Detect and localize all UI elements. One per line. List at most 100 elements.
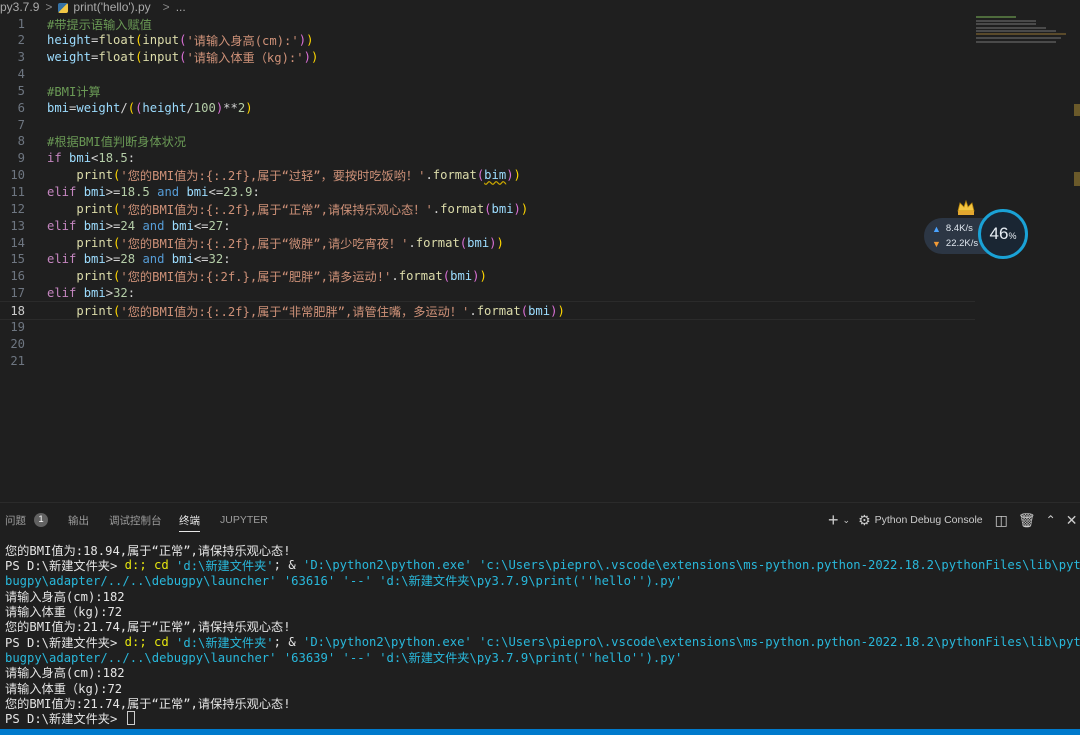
code-token: bmi	[83, 252, 106, 267]
plus-icon[interactable]: +	[828, 510, 839, 531]
code-token: /	[186, 100, 194, 115]
code-token: '您的BMI值为:{:.2f},属于“非常肥胖”,请管住嘴，多运动！'	[120, 304, 470, 319]
scrollbar-marker[interactable]	[1074, 104, 1080, 116]
code-token: '请输入身高(cm):'	[186, 34, 299, 49]
code-token: bmi	[83, 286, 106, 301]
line-number: 10	[10, 168, 25, 183]
terminal-text: ; &	[273, 634, 303, 649]
line-number: 2	[17, 33, 25, 48]
tab-problems[interactable]: 问题 1	[5, 510, 48, 530]
code-line[interactable]: 3 weight = float(input('请输入体重（kg):'))	[0, 49, 975, 66]
code-token: .	[432, 201, 441, 216]
code-token: format	[398, 269, 443, 284]
code-token: =	[69, 100, 77, 115]
line-number: 4	[17, 67, 25, 82]
code-token: <=	[193, 252, 209, 267]
code-token: bmi	[528, 303, 551, 318]
code-token: 18.5	[98, 151, 128, 166]
code-token: and	[142, 218, 165, 233]
line-number: 11	[10, 185, 25, 199]
trash-icon[interactable]: 🗑	[1018, 512, 1036, 529]
line-number: 19	[10, 319, 25, 334]
code-line[interactable]: 8 #根据BMI值判断身体状况	[0, 133, 975, 150]
arrow-down-icon: ▼	[932, 238, 941, 249]
code-token: )	[298, 33, 307, 48]
line-number: 7	[17, 117, 25, 132]
terminal-text: ; &	[273, 557, 303, 572]
code-token: print	[76, 269, 114, 284]
network-monitor-widget[interactable]: ▲ 8.4 K/s ▼ 22.2 K/s 46%	[924, 196, 1034, 262]
code-line[interactable]: 20	[0, 335, 975, 352]
code-line[interactable]: 21	[0, 352, 975, 369]
code-line[interactable]: 1 #带提示语输入赋值	[0, 15, 975, 32]
code-token: (	[113, 303, 121, 318]
code-token: bmi	[47, 100, 70, 115]
code-token: print	[76, 201, 114, 216]
code-line[interactable]: 13 elif bmi >= 24 and bmi <= 27:	[0, 217, 975, 234]
code-token: (	[113, 235, 121, 250]
line-number: 12	[10, 201, 25, 216]
code-token: )	[496, 235, 504, 250]
code-line[interactable]: 10 print('您的BMI值为:{:.2f},属于“过轻”，要按时吃饭哟！'…	[0, 167, 975, 184]
code-token: 28	[120, 252, 136, 267]
minimap[interactable]	[976, 14, 1071, 44]
line-number: 17	[10, 286, 25, 301]
tab-output[interactable]: 输出	[68, 510, 89, 530]
code-token: 27	[208, 218, 224, 233]
code-token: (	[135, 100, 143, 115]
breadcrumb-more[interactable]: ...	[176, 0, 186, 14]
terminal-line: PS D:\新建文件夹>	[5, 711, 135, 726]
code-token: bmi	[491, 201, 514, 216]
code-token: =	[91, 33, 99, 48]
breadcrumb-file[interactable]: print('hello').py	[58, 0, 156, 14]
python-file-icon	[58, 2, 69, 13]
code-token: 23.9	[223, 185, 253, 199]
code-line[interactable]: 7	[0, 116, 975, 133]
code-line[interactable]: 4	[0, 66, 975, 83]
code-token: '您的BMI值为:{:.2f},属于“正常”,请保持乐观心态！'	[120, 202, 433, 217]
terminal-text: 'D:\python2\python.exe' 'c:\Users\piepro…	[303, 634, 1080, 649]
code-line[interactable]: 14 print('您的BMI值为:{:.2f},属于“微胖”,请少吃宵夜！'.…	[0, 234, 975, 251]
chevron-up-icon[interactable]: ⌃	[1046, 513, 1056, 527]
code-line[interactable]: 15 elif bmi >= 28 and bmi <= 32:	[0, 251, 975, 268]
scrollbar-marker[interactable]	[1074, 172, 1080, 186]
code-line[interactable]: 16 print('您的BMI值为:{:2f.},属于“肥胖”,请多运动!'. f…	[0, 268, 975, 285]
code-line[interactable]: 2 height = float(input('请输入身高(cm):'))	[0, 32, 975, 49]
code-line[interactable]: 12 print('您的BMI值为:{:.2f},属于“正常”,请保持乐观心态！…	[0, 200, 975, 217]
code-token: bmi	[171, 218, 194, 233]
code-line[interactable]: 9 if bmi <18.5:	[0, 150, 975, 167]
code-token: '您的BMI值为:{:.2f},属于“过轻”，要按时吃饭哟！'	[120, 169, 426, 184]
terminal-line: 请输入体重（kg):72	[5, 680, 122, 696]
crown-icon	[957, 199, 975, 215]
code-editor[interactable]: 1 #带提示语输入赋值 2 height = float(input('请输入身高(cm)…	[0, 14, 1072, 502]
breadcrumb-separator: >	[45, 0, 53, 14]
python-debug-console-label[interactable]: Python Debug Console	[875, 514, 983, 526]
download-speed: ▼ 22.2 K/s	[932, 238, 979, 249]
breadcrumb: py3.7.9 > print('hello').py > ...	[0, 0, 1080, 14]
code-line[interactable]: 11 elif bmi >= 18.5 and bmi <= 23.9:	[0, 184, 975, 201]
split-terminal-icon[interactable]: ◫	[995, 512, 1008, 529]
code-token: #带提示语输入赋值	[47, 17, 152, 32]
close-icon[interactable]: ✕	[1066, 512, 1078, 529]
code-line[interactable]: 17 elif bmi >32:	[0, 285, 975, 302]
terminal-output[interactable]: 您的BMI值为:18.94,属于“正常”,请保持乐观心态! PS D:\新建文件夹…	[0, 538, 1080, 728]
line-number: 1	[17, 16, 25, 31]
code-token: print	[76, 168, 114, 183]
code-line[interactable]: 19	[0, 318, 975, 335]
tab-debug-console[interactable]: 调试控制台	[109, 510, 162, 530]
tab-jupyter[interactable]: JUPYTER	[220, 510, 268, 530]
tab-terminal[interactable]: 终端	[179, 510, 200, 532]
code-token: :	[223, 218, 231, 233]
code-line[interactable]: 5 #BMI计算	[0, 82, 975, 99]
breadcrumb-folder[interactable]: py3.7.9	[0, 0, 39, 14]
terminal-line: 请输入体重（kg):72	[5, 603, 122, 619]
terminal-line: PS D:\新建文件夹> d:; cd 'd:\新建文件夹'; & 'D:\py…	[5, 557, 1080, 573]
code-token: bmi	[467, 235, 490, 250]
chevron-down-icon[interactable]: ⌄	[843, 515, 851, 526]
upload-speed: ▲ 8.4 K/s	[932, 223, 973, 234]
line-number: 5	[17, 83, 25, 98]
code-line[interactable]: 6 bmi = weight /((height/100) ** 2)	[0, 99, 975, 116]
